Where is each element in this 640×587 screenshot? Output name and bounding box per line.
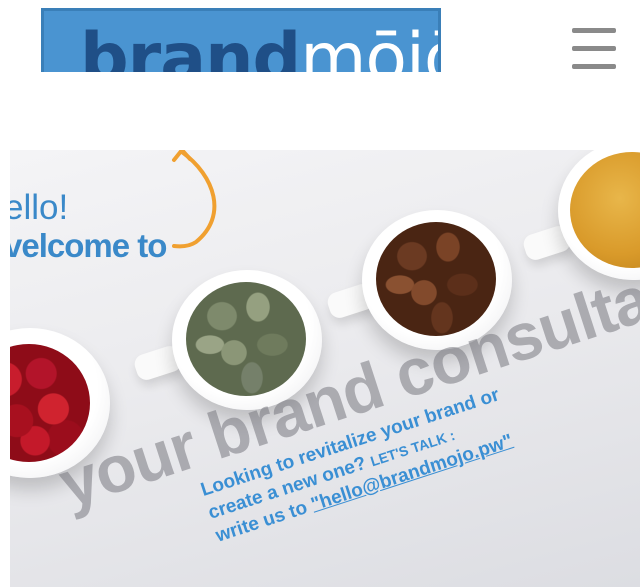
logo-text-bold: brand bbox=[80, 19, 301, 73]
cup-contents bbox=[570, 152, 640, 268]
brewed-coffee-cup bbox=[558, 150, 640, 280]
hello-text: ello! bbox=[10, 188, 69, 227]
menu-bar bbox=[572, 46, 616, 51]
logo-text: brandmōjō bbox=[80, 25, 438, 73]
curved-arrow-icon bbox=[172, 150, 217, 249]
logo-text-light: mōjō bbox=[300, 19, 438, 73]
hamburger-menu-icon[interactable] bbox=[570, 28, 618, 72]
hero-banner: ello! velcome to your brand consultan Lo… bbox=[10, 150, 640, 587]
menu-bar bbox=[572, 64, 616, 69]
menu-bar bbox=[572, 28, 616, 33]
brand-logo[interactable]: brandmōjō bbox=[41, 8, 441, 72]
hero-greeting: ello! velcome to bbox=[10, 188, 167, 264]
welcome-text: velcome to bbox=[10, 227, 167, 264]
